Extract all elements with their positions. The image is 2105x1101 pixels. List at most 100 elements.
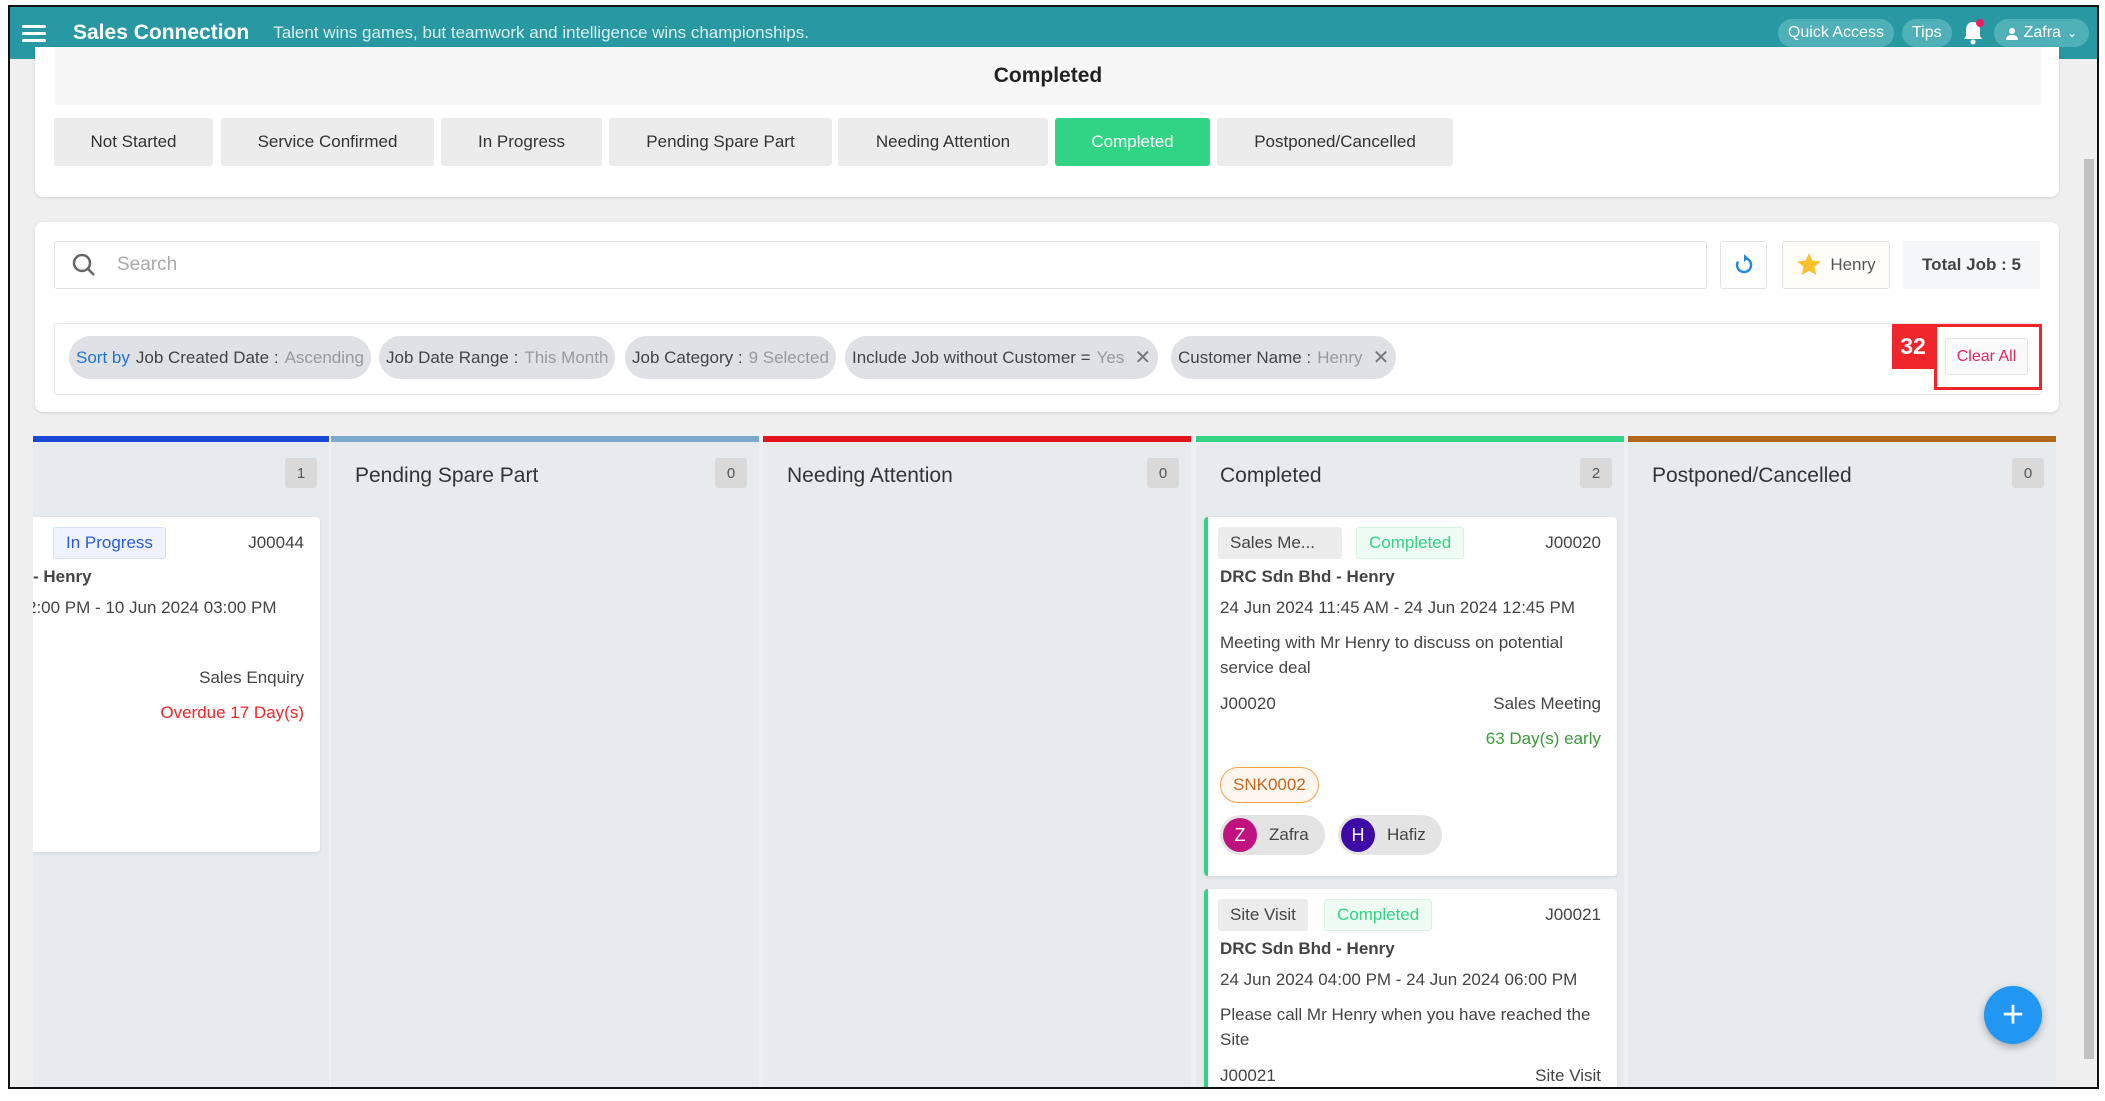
sort-by-label: Sort by <box>76 347 130 367</box>
refresh-button[interactable] <box>1720 241 1767 289</box>
column-count: 1 <box>285 458 317 488</box>
user-menu[interactable]: Zafra ⌄ <box>1993 19 2089 47</box>
filter-bar: Sort by Job Created Date : Ascending Job… <box>54 323 2042 395</box>
column-needing-attention: Needing Attention 0 <box>763 436 1191 1087</box>
job-category: Sales Meeting <box>1493 694 1601 713</box>
tab-service-confirmed[interactable]: Service Confirmed <box>221 118 434 166</box>
assignee-name: Zafra <box>1269 825 1309 844</box>
column-title: Postponed/Cancelled <box>1652 464 1852 487</box>
filter-chip-date-range[interactable]: Job Date Range : This Month <box>379 336 616 379</box>
status-badge: Completed <box>1324 899 1433 931</box>
remove-filter-icon[interactable]: ✕ <box>1373 345 1390 370</box>
search-panel: Search Henry Total Job : 5 Sort by Job C… <box>35 222 2059 412</box>
assignee-hafiz[interactable]: H Hafiz <box>1338 815 1442 855</box>
user-name: Zafra <box>2023 24 2061 41</box>
column-count: 0 <box>715 458 747 488</box>
notification-bell-icon[interactable] <box>1960 19 1986 47</box>
job-datetime: 24 Jun 2024 04:00 PM - 24 Jun 2024 06:00… <box>1220 970 1578 989</box>
hamburger-menu-icon[interactable] <box>22 24 46 42</box>
vertical-scrollbar[interactable] <box>2081 59 2097 1087</box>
tab-in-progress[interactable]: In Progress <box>441 118 602 166</box>
avatar: Z <box>1223 818 1257 852</box>
app-window: Sales Connection Talent wins games, but … <box>8 5 2099 1089</box>
customer-name: DRC Sdn Bhd - Henry <box>1220 567 1395 586</box>
job-category: Sales Enquiry <box>199 668 304 687</box>
clear-all-button[interactable]: Clear All <box>1945 338 2028 375</box>
include-label: Include Job without Customer = <box>852 347 1091 367</box>
tab-needing-attention[interactable]: Needing Attention <box>838 118 1048 166</box>
job-id: J00044 <box>248 533 304 552</box>
column-completed: Completed 2 Sales Me... Completed J00020… <box>1196 436 1624 1087</box>
job-description: Meeting with Mr Henry to discuss on pote… <box>1220 633 1563 677</box>
favorite-label: Henry <box>1830 255 1876 274</box>
column-title: Completed <box>1220 464 1322 487</box>
status-title: Completed <box>993 64 1103 87</box>
job-datetime: 24 Jun 2024 11:45 AM - 24 Jun 2024 12:45… <box>1220 598 1576 617</box>
app-title[interactable]: Sales Connection <box>73 21 249 45</box>
due-status: Overdue 17 Day(s) <box>160 703 304 722</box>
star-icon <box>1797 253 1822 275</box>
customer-label: Customer Name : <box>1178 347 1312 367</box>
job-reference: J00020 <box>1220 694 1276 713</box>
due-status: 63 Day(s) early <box>1485 729 1601 748</box>
category-chip: Site Visit <box>1218 899 1308 931</box>
avatar: H <box>1341 818 1375 852</box>
add-job-fab[interactable]: + <box>1984 986 2042 1044</box>
column-color-bar <box>1628 436 2056 442</box>
column-title: Pending Spare Part <box>355 464 539 487</box>
status-badge: Completed <box>1356 527 1465 559</box>
column-count: 0 <box>1147 458 1179 488</box>
filter-chip-customer-name[interactable]: Customer Name : Henry ✕ <box>1171 336 1397 379</box>
customer-name: - Henry <box>33 567 92 586</box>
tab-postponed-cancelled[interactable]: Postponed/Cancelled <box>1217 118 1453 166</box>
column-title: Needing Attention <box>787 464 953 487</box>
column-color-bar <box>763 436 1191 442</box>
job-card-J00044[interactable]: In Progress J00044 - Henry 2:00 PM - 10 … <box>33 517 320 852</box>
search-input[interactable]: Search <box>54 241 1707 289</box>
column-color-bar <box>33 436 329 442</box>
category-label: Job Category : <box>632 347 743 367</box>
job-datetime: 2:00 PM - 10 Jun 2024 03:00 PM <box>33 598 277 617</box>
chevron-down-icon: ⌄ <box>2066 26 2077 40</box>
column-pending-spare-part: Pending Spare Part 0 <box>331 436 759 1087</box>
tab-not-started[interactable]: Not Started <box>54 118 213 166</box>
filter-chip-job-category[interactable]: Job Category : 9 Selected <box>625 336 836 379</box>
category-value: 9 Selected <box>748 347 829 367</box>
tab-pending-spare-part[interactable]: Pending Spare Part <box>609 118 832 166</box>
assignee-zafra[interactable]: Z Zafra <box>1220 815 1325 855</box>
user-icon <box>2005 27 2018 40</box>
tagline: Talent wins games, but teamwork and inte… <box>273 23 809 42</box>
annotation-badge: 32 <box>1892 324 1934 369</box>
refresh-icon <box>1735 254 1752 274</box>
favorite-filter-button[interactable]: Henry <box>1782 241 1890 289</box>
remove-filter-icon[interactable]: ✕ <box>1134 345 1151 370</box>
search-icon <box>72 253 95 276</box>
job-description: Please call Mr Henry when you have reach… <box>1220 1005 1591 1049</box>
column-count: 0 <box>2012 458 2044 488</box>
column-count: 2 <box>1580 458 1612 488</box>
customer-value: Henry <box>1317 347 1363 367</box>
filter-chip-sort[interactable]: Sort by Job Created Date : Ascending <box>69 336 371 379</box>
total-job-count: Total Job : 5 <box>1903 241 2040 289</box>
date-range-label: Job Date Range : <box>386 347 519 367</box>
column-color-bar <box>331 436 759 442</box>
search-placeholder: Search <box>117 254 178 275</box>
assignee-name: Hafiz <box>1387 825 1426 844</box>
status-panel: Completed Not Started Service Confirmed … <box>35 47 2059 197</box>
tips-button[interactable]: Tips <box>1901 19 1952 47</box>
category-chip: Sales Me... <box>1218 527 1342 559</box>
customer-name: DRC Sdn Bhd - Henry <box>1220 939 1395 958</box>
sort-value: Ascending <box>284 347 364 367</box>
job-reference: J00021 <box>1220 1066 1276 1085</box>
tab-completed[interactable]: Completed <box>1055 118 1210 166</box>
job-category: Site Visit <box>1535 1066 1601 1085</box>
column-color-bar <box>1196 436 1624 442</box>
filter-chip-include-no-customer[interactable]: Include Job without Customer = Yes ✕ <box>845 336 1159 379</box>
tag-chip[interactable]: SNK0002 <box>1220 767 1319 803</box>
quick-access-button[interactable]: Quick Access <box>1777 19 1894 47</box>
job-card-J00021[interactable]: Site Visit Completed J00021 DRC Sdn Bhd … <box>1204 889 1617 1087</box>
scrollbar-thumb[interactable] <box>2084 159 2094 1059</box>
date-range-value: This Month <box>524 347 609 367</box>
job-card-J00020[interactable]: Sales Me... Completed J00020 DRC Sdn Bhd… <box>1204 517 1617 876</box>
include-value: Yes <box>1096 347 1125 367</box>
